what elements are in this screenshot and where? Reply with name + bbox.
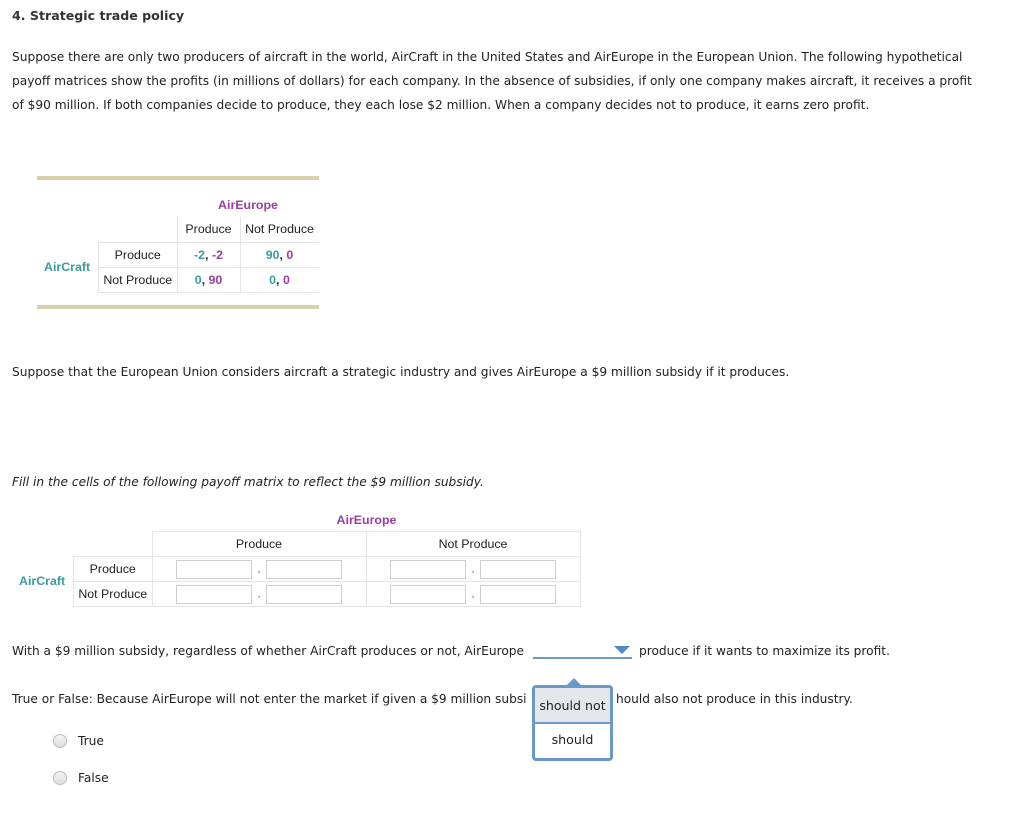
col-header: Not Produce xyxy=(365,531,581,557)
q2-text-after: produce if it wants to maximize its prof… xyxy=(639,644,890,658)
aireurope-payoff-input[interactable] xyxy=(266,559,342,579)
intro-paragraph: Suppose there are only two producers of … xyxy=(12,50,972,112)
payoff-input-cell: , xyxy=(365,556,581,582)
dropdown-menu: should not should xyxy=(532,685,613,761)
row-player-label: AirCraft xyxy=(44,260,91,274)
payoff-cell: 0, 0 xyxy=(239,266,319,293)
payoff-input-cell: , xyxy=(151,581,367,607)
aircraft-payoff-input[interactable] xyxy=(176,559,252,579)
row-header: Produce xyxy=(73,556,153,582)
row-header: Produce xyxy=(98,241,178,268)
radio-button[interactable] xyxy=(53,771,67,785)
q3-text-right: hould also not produce in this industry. xyxy=(616,692,853,706)
aircraft-payoff-input[interactable] xyxy=(176,584,252,604)
option-false[interactable]: False xyxy=(53,771,109,785)
payoff-input-cell: , xyxy=(365,581,581,607)
dropdown-option-should[interactable]: should xyxy=(535,724,610,758)
row-header: Not Produce xyxy=(98,266,178,293)
q2-text-before: With a $9 million subsidy, regardless of… xyxy=(12,644,525,658)
aireurope-payoff-input[interactable] xyxy=(266,584,342,604)
option-true[interactable]: True xyxy=(53,734,104,748)
payoff-input-cell: , xyxy=(151,556,367,582)
payoff-cell: -2, -2 xyxy=(176,241,241,268)
payoff-cell: 0, 90 xyxy=(176,266,241,293)
aireurope-payoff-input[interactable] xyxy=(480,584,556,604)
payoff-matrix-subsidy: AirEurope AirCraft Produce Not Produce P… xyxy=(10,510,590,610)
fill-instruction: Fill in the cells of the following payof… xyxy=(12,475,484,489)
col-player-label: AirEurope xyxy=(218,198,278,212)
question-title: 4. Strategic trade policy xyxy=(12,8,185,23)
dropdown-option-should-not[interactable]: should not xyxy=(535,688,610,724)
q3-text-left: True or False: Because AirEurope will no… xyxy=(12,692,527,706)
top-divider xyxy=(37,176,319,180)
aireurope-payoff-input[interactable] xyxy=(480,559,556,579)
aircraft-payoff-input[interactable] xyxy=(390,559,466,579)
row-player-label: AirCraft xyxy=(19,574,66,588)
col-header: Not Produce xyxy=(239,217,319,243)
option-label: True xyxy=(78,734,104,748)
bottom-divider xyxy=(37,305,319,309)
col-header: Produce xyxy=(176,217,241,243)
corner-cell xyxy=(98,217,177,243)
radio-button[interactable] xyxy=(53,734,67,748)
col-header: Produce xyxy=(151,531,367,557)
chevron-down-icon xyxy=(614,646,630,654)
col-player-label: AirEurope xyxy=(336,513,397,527)
aircraft-payoff-input[interactable] xyxy=(390,584,466,604)
payoff-cell: 90, 0 xyxy=(239,241,319,268)
produce-dropdown[interactable] xyxy=(533,643,632,659)
row-header: Not Produce xyxy=(73,581,153,607)
option-label: False xyxy=(78,771,109,785)
subsidy-text: Suppose that the European Union consider… xyxy=(12,365,790,379)
corner-cell xyxy=(73,531,152,557)
